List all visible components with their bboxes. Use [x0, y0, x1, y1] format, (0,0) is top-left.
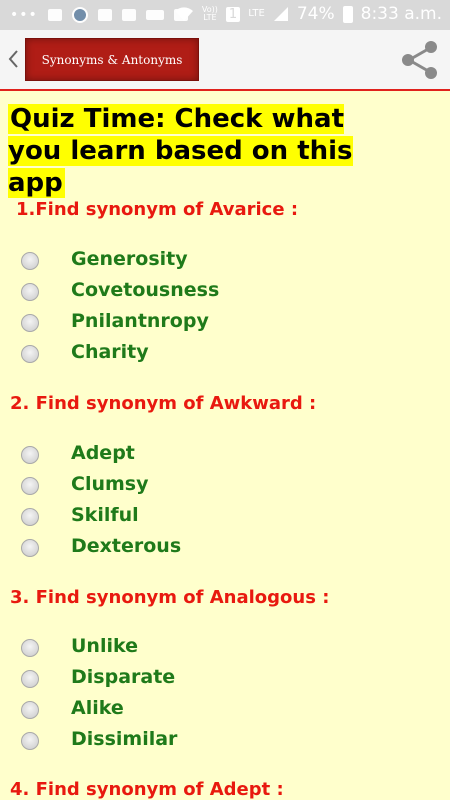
share-icon	[402, 41, 437, 79]
option-label: Unlike	[71, 635, 138, 657]
app-title: Synonyms & Antonyms	[41, 52, 183, 67]
radio-button[interactable]	[21, 283, 39, 301]
option-label: Adept	[71, 442, 135, 464]
notification-icons: •••	[10, 7, 188, 23]
option-label: Charity	[71, 341, 149, 363]
answer-option[interactable]: Disparate	[0, 663, 450, 693]
chevron-left-icon	[8, 50, 18, 68]
radio-button[interactable]	[21, 732, 39, 750]
radio-button[interactable]	[21, 701, 39, 719]
mail-icon	[121, 9, 136, 21]
lte-indicator: LTE	[248, 8, 265, 19]
clock: 8:33 a.m.	[360, 4, 442, 24]
back-button[interactable]	[4, 48, 22, 74]
answer-option[interactable]: Pnilantnropy	[0, 307, 450, 337]
battery-percent: 74%	[296, 4, 335, 24]
news-icon	[71, 7, 88, 23]
mail-icon	[97, 9, 112, 21]
answer-option[interactable]: Unlike	[0, 632, 450, 662]
option-label: Dexterous	[71, 535, 182, 557]
quiz-heading-text: Quiz Time: Check what you learn based on…	[8, 104, 353, 198]
app-title-banner: Synonyms & Antonyms	[25, 38, 199, 81]
radio-button[interactable]	[21, 539, 39, 557]
question-title: 2. Find synonym of Awkward :	[10, 393, 317, 414]
option-label: Covetousness	[71, 279, 220, 301]
answer-option[interactable]: Alike	[0, 694, 450, 724]
option-label: Clumsy	[71, 473, 149, 495]
answer-option[interactable]: Clumsy	[0, 470, 450, 500]
gallery-icon	[47, 9, 62, 21]
answer-option[interactable]: Covetousness	[0, 276, 450, 306]
answer-option[interactable]: Adept	[0, 439, 450, 469]
radio-button[interactable]	[21, 639, 39, 657]
quiz-heading: Quiz Time: Check what you learn based on…	[8, 103, 376, 199]
answer-option[interactable]: Dexterous	[0, 532, 450, 562]
answer-option[interactable]: Generosity	[0, 245, 450, 275]
more-icon: •••	[10, 7, 38, 23]
radio-button[interactable]	[21, 477, 39, 495]
answer-option[interactable]: Charity	[0, 338, 450, 368]
sim-indicator: 1	[225, 6, 241, 22]
app-bar: Synonyms & Antonyms	[0, 30, 450, 91]
volte-indicator: Vo)) LTE	[201, 5, 218, 22]
radio-button[interactable]	[21, 345, 39, 363]
wifi-icon	[174, 7, 193, 21]
radio-button[interactable]	[21, 252, 39, 270]
answer-option[interactable]: Dissimilar	[0, 725, 450, 755]
radio-button[interactable]	[21, 508, 39, 526]
option-label: Disparate	[71, 666, 176, 688]
option-label: Dissimilar	[71, 728, 178, 750]
radio-button[interactable]	[21, 314, 39, 332]
status-bar: ••• Vo)) LTE 1 LTE 74% 8:33 a.m.	[0, 0, 450, 30]
system-indicators: Vo)) LTE 1 LTE 74% 8:33 a.m.	[174, 4, 442, 24]
news-icon	[145, 10, 164, 20]
question-title: 4. Find synonym of Adept :	[10, 779, 284, 800]
question-title: 1.Find synonym of Avarice :	[16, 199, 299, 220]
battery-icon	[342, 5, 353, 23]
answer-option[interactable]: Skilful	[0, 501, 450, 531]
radio-button[interactable]	[21, 446, 39, 464]
signal-icon	[273, 7, 288, 21]
option-label: Skilful	[71, 504, 139, 526]
option-label: Generosity	[71, 248, 188, 270]
question-title: 3. Find synonym of Analogous :	[10, 587, 330, 608]
share-button[interactable]	[396, 36, 444, 84]
option-label: Pnilantnropy	[71, 310, 209, 332]
option-label: Alike	[71, 697, 124, 719]
radio-button[interactable]	[21, 670, 39, 688]
